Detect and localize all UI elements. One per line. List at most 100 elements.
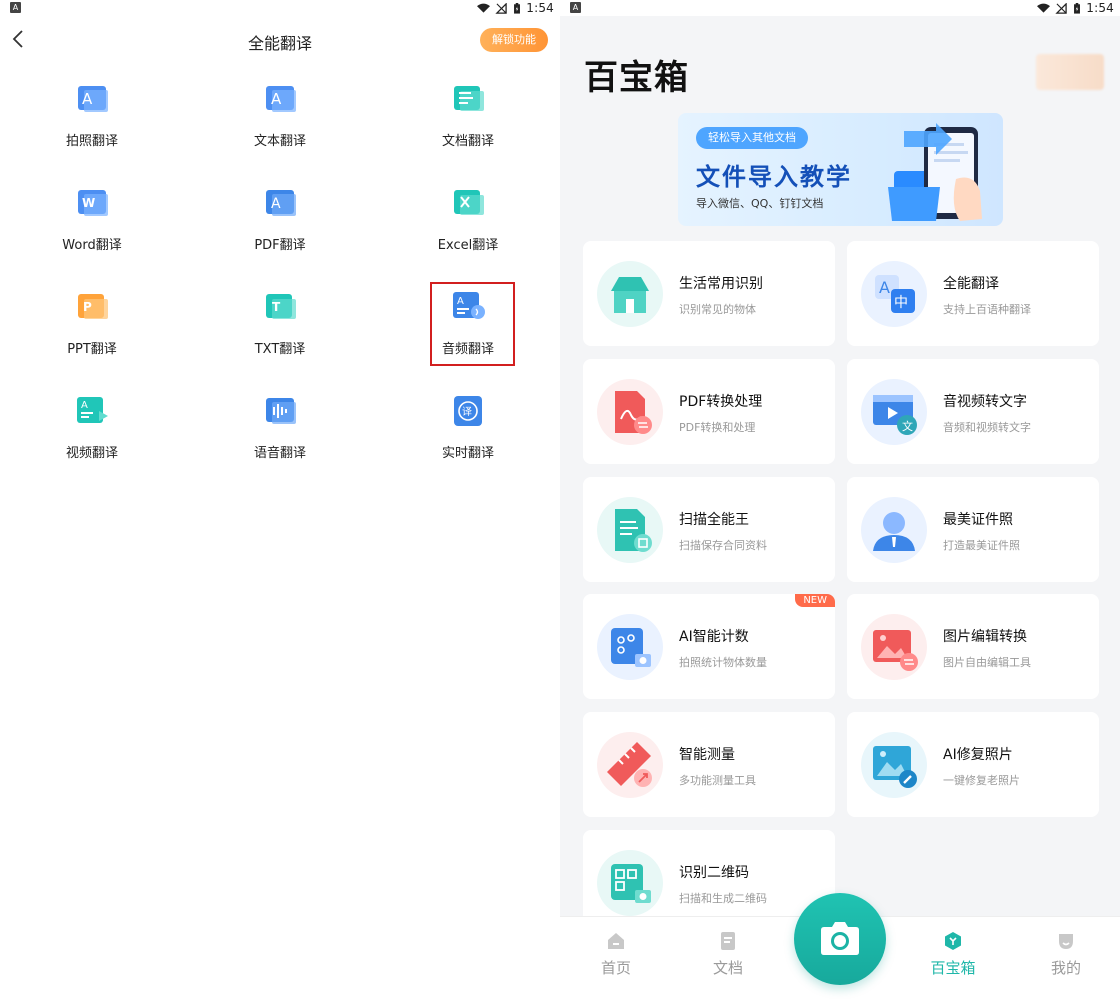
profile-icon (1059, 934, 1073, 949)
avatar[interactable] (1036, 54, 1104, 90)
tool-card-image-edit[interactable]: 图片编辑转换 图片自由编辑工具 (847, 594, 1099, 699)
text-translate-icon: A (266, 86, 296, 112)
voice-translate-icon (266, 398, 296, 424)
media-to-text-icon: 文 (861, 379, 927, 445)
svg-text:P: P (83, 300, 92, 314)
grid-item-video-translate[interactable]: A 视频翻译 (32, 390, 152, 480)
video-translate-icon: A (77, 397, 108, 423)
tab-label: 文档 (712, 959, 743, 977)
grid-item-photo-translate[interactable]: A 拍照翻译 (32, 78, 152, 168)
qr-code-icon (597, 850, 663, 916)
grid-item-label: 语音翻译 (253, 446, 306, 461)
tool-card-pdf-convert[interactable]: PDF转换处理 PDF转换和处理 (583, 359, 835, 464)
translate-icon: A中 (861, 261, 927, 327)
pdf-translate-icon: A (266, 190, 296, 216)
grid-item-label: 拍照翻译 (65, 134, 118, 149)
tool-card-measure[interactable]: 智能测量 多功能测量工具 (583, 712, 835, 817)
tool-card-life-recognition[interactable]: 生活常用识别 识别常见的物体 (583, 241, 835, 346)
tab-toolbox[interactable]: 百宝箱 (923, 931, 983, 978)
status-bar: A 1:54 (560, 0, 1120, 16)
tab-documents[interactable]: 文档 (698, 931, 758, 978)
home-icon (608, 933, 624, 949)
grid-item-label: Word翻译 (62, 238, 122, 253)
svg-text:译: 译 (462, 406, 472, 418)
grid-item-pdf-translate[interactable]: A PDF翻译 (220, 182, 340, 272)
scan-document-icon (597, 497, 663, 563)
tool-card-subtitle: 扫描和生成二维码 (679, 892, 767, 905)
tab-label: 首页 (600, 959, 631, 977)
tool-card-id-photo[interactable]: 最美证件照 打造最美证件照 (847, 477, 1099, 582)
image-edit-icon (861, 614, 927, 680)
unlock-feature-button[interactable]: 解锁功能 (480, 28, 548, 52)
grid-item-ppt-translate[interactable]: P PPT翻译 (32, 286, 152, 376)
id-photo-icon (861, 497, 927, 563)
tool-card-subtitle: 图片自由编辑工具 (943, 656, 1031, 669)
grid-item-label: 视频翻译 (65, 446, 118, 461)
camera-button[interactable] (794, 893, 886, 985)
photo-translate-icon: A (78, 86, 108, 112)
banner-pill: 轻松导入其他文档 (696, 127, 808, 149)
tool-card-subtitle: 打造最美证件照 (943, 539, 1020, 552)
grid-item-label: 文本翻译 (253, 134, 306, 149)
grid-item-document-translate[interactable]: 文档翻译 (408, 78, 528, 168)
phone-import-icon (888, 123, 982, 221)
svg-text:A: A (81, 400, 88, 411)
tool-card-subtitle: 一键修复老照片 (943, 774, 1020, 787)
grid-item-label: TXT翻译 (254, 342, 306, 357)
grid-item-excel-translate[interactable]: Excel翻译 (408, 182, 528, 272)
tool-card-subtitle: 音频和视频转文字 (943, 421, 1031, 434)
toolbox-icon (945, 932, 961, 950)
svg-text:中: 中 (894, 295, 908, 311)
clock: 1:54 (1086, 1, 1114, 15)
tool-card-title: 扫描全能王 (679, 512, 749, 528)
import-tutorial-banner[interactable]: 轻松导入其他文档 文件导入教学 导入微信、QQ、钉钉文档 (678, 113, 1003, 226)
excel-translate-icon (454, 190, 484, 215)
house-icon (597, 261, 663, 327)
translate-screen: A 1:54 全能翻译 解锁功能 A 拍照翻译 A 文本翻译 文档翻译 W Wo… (0, 0, 560, 999)
page-title: 全能翻译 (247, 34, 312, 53)
ai-count-icon (597, 614, 663, 680)
grid-item-label: PPT翻译 (67, 342, 117, 357)
tool-card-title: 生活常用识别 (679, 276, 763, 292)
tool-card-title: 图片编辑转换 (943, 629, 1027, 645)
grid-item-label: PDF翻译 (254, 238, 306, 253)
toolbox-screen: A 1:54 百宝箱 轻松导入其他文档 文件导入教学 导入微信、QQ、钉钉文档 (560, 0, 1120, 999)
tool-card-title: 智能测量 (679, 747, 735, 763)
tab-label: 百宝箱 (930, 959, 976, 977)
tool-card-title: AI智能计数 (679, 629, 749, 645)
wifi-icon (477, 3, 491, 13)
svg-text:A: A (82, 90, 93, 108)
tab-profile[interactable]: 我的 (1036, 931, 1096, 978)
app-notification-icon: A (570, 2, 581, 13)
tool-card-title: 识别二维码 (679, 865, 749, 881)
page-title: 百宝箱 (584, 58, 689, 98)
tool-card-media-to-text[interactable]: 文 音视频转文字 音频和视频转文字 (847, 359, 1099, 464)
tool-card-title: PDF转换处理 (679, 394, 763, 410)
grid-item-voice-translate[interactable]: 语音翻译 (220, 390, 340, 480)
ppt-translate-icon: P (78, 294, 108, 319)
selection-highlight (430, 282, 515, 366)
clock: 1:54 (526, 1, 554, 15)
tool-card-translate[interactable]: A中 全能翻译 支持上百语种翻译 (847, 241, 1099, 346)
tool-card-ai-count[interactable]: NEW AI智能计数 拍照统计物体数量 (583, 594, 835, 699)
svg-text:A: A (271, 196, 281, 212)
grid-item-word-translate[interactable]: W Word翻译 (32, 182, 152, 272)
battery-icon (514, 2, 521, 14)
top-bar: 全能翻译 解锁功能 (0, 22, 560, 58)
tool-card-scanner[interactable]: 扫描全能王 扫描保存合同资料 (583, 477, 835, 582)
tool-card-title: 音视频转文字 (943, 394, 1027, 410)
grid-item-realtime-translate[interactable]: 译 实时翻译 (408, 390, 528, 480)
screen: A 1:54 全能翻译 解锁功能 A 拍照翻译 A 文本翻译 文档翻译 W Wo… (0, 0, 1120, 999)
tab-home[interactable]: 首页 (586, 931, 646, 978)
pdf-convert-icon (597, 379, 663, 445)
no-signal-icon (1055, 2, 1067, 14)
tool-card-subtitle: 扫描保存合同资料 (679, 539, 767, 552)
tool-card-photo-repair[interactable]: AI修复照片 一键修复老照片 (847, 712, 1099, 817)
tool-card-subtitle: 识别常见的物体 (679, 303, 756, 316)
tool-card-title: 全能翻译 (943, 276, 999, 292)
photo-repair-icon (861, 732, 927, 798)
grid-item-txt-translate[interactable]: T TXT翻译 (220, 286, 340, 376)
svg-text:A: A (879, 278, 890, 297)
wifi-icon (1037, 3, 1051, 13)
grid-item-text-translate[interactable]: A 文本翻译 (220, 78, 340, 168)
